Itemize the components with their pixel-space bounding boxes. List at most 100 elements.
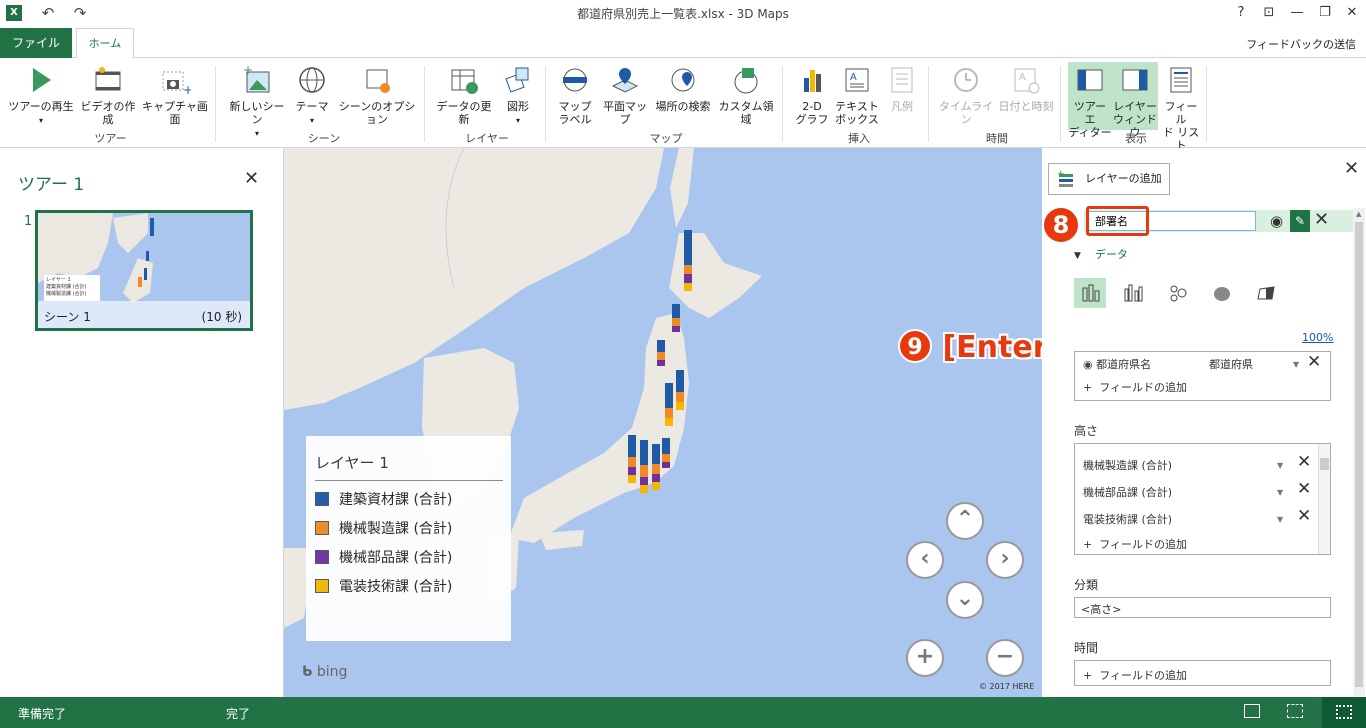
height-field-row[interactable]: 電装技術課 (合計) xyxy=(1083,511,1172,527)
tab-home[interactable]: ホーム xyxy=(76,28,134,59)
rotate-left-button[interactable]: ‹ xyxy=(906,541,944,579)
legend-icon xyxy=(891,67,913,93)
time-add-field[interactable]: + フィールドの追加 xyxy=(1083,667,1187,683)
text-box-button[interactable]: A テキスト ボックス xyxy=(834,62,880,130)
legend-button[interactable]: 凡例 xyxy=(882,62,922,130)
minimize-icon[interactable]: — xyxy=(1286,3,1308,23)
flat-map-button[interactable]: 平面マップ xyxy=(598,62,652,130)
window-title: 都道府県別売上一覧表.xlsx - 3D Maps xyxy=(577,7,789,21)
camera-icon: + xyxy=(162,71,191,96)
tab-file[interactable]: ファイル xyxy=(0,28,72,58)
map-legend-title: レイヤー 1 xyxy=(315,454,389,472)
play-tour-button[interactable]: ツアーの再生 ▾ xyxy=(8,62,74,130)
layer-pane-scrollbar[interactable]: ▲ xyxy=(1353,208,1365,697)
svg-text:+: + xyxy=(243,64,253,77)
location-field-row[interactable]: ◉ 都道府県名 xyxy=(1083,356,1151,372)
shapes-label: 図形 xyxy=(507,100,529,113)
remove-field-icon[interactable]: ✕ xyxy=(1297,452,1311,472)
refresh-data-button[interactable]: データの更新 xyxy=(432,62,496,130)
custom-regions-button[interactable]: カスタム領域 xyxy=(714,62,778,130)
tour-editor-label-1: ツアー エ xyxy=(1073,100,1107,126)
category-field[interactable]: <高さ> xyxy=(1074,597,1331,618)
data-toggle-label: データ xyxy=(1094,248,1128,261)
map-legend[interactable]: レイヤー 1 建築資材課 (合計) 機械製造課 (合計) 機械部品課 (合計) … xyxy=(306,436,511,641)
create-video-label: ビデオの作成 xyxy=(80,100,136,126)
tilt-up-button[interactable]: ⌃ xyxy=(946,502,984,540)
new-scene-button[interactable]: + 新しいシーン ▾ xyxy=(226,62,288,138)
location-add-field[interactable]: + フィールドの追加 xyxy=(1083,379,1187,395)
heat-map-icon xyxy=(1214,287,1230,301)
remove-field-icon[interactable]: ✕ xyxy=(1307,352,1321,372)
fullscreen-icon[interactable] xyxy=(1287,704,1303,718)
legend-swatch xyxy=(315,550,329,564)
chevron-down-icon[interactable]: ▼ xyxy=(1277,461,1283,470)
layer-pane-button[interactable]: レイヤー ウィンドウ xyxy=(1112,62,1158,139)
tour-editor-button[interactable]: ツアー エディター xyxy=(1068,62,1112,139)
chart-2d-button[interactable]: 2-D グラフ xyxy=(792,62,832,130)
heat-map-type-button[interactable] xyxy=(1206,278,1238,308)
map-labels-button[interactable]: マップ ラベル xyxy=(553,62,597,130)
group-insert-label: 挿入 xyxy=(848,132,870,145)
scene-options-button[interactable]: シーンのオプション xyxy=(334,62,420,130)
location-type-select[interactable]: 都道府県 xyxy=(1209,356,1253,372)
capture-screen-button[interactable]: + キャプチャ画面 xyxy=(140,62,210,130)
scene-thumbnail[interactable]: レイヤー 1 建築資材課 (合計) 機械製造課 (合計) シーン 1 (10 秒… xyxy=(35,210,253,331)
height-field-row[interactable]: 機械部品課 (合計) xyxy=(1083,484,1172,500)
ribbon-display-icon[interactable]: ⊡ xyxy=(1258,3,1280,23)
region-type-button[interactable] xyxy=(1250,278,1282,308)
legend-item: 電装技術課 (合計) xyxy=(315,577,452,597)
clustered-column-type-button[interactable] xyxy=(1118,278,1150,308)
find-location-label: 場所の検索 xyxy=(655,100,711,113)
theme-button[interactable]: テーマ ▾ xyxy=(290,62,334,130)
chevron-down-icon[interactable]: ▼ xyxy=(1293,360,1299,369)
zoom-out-button[interactable]: − xyxy=(986,639,1024,677)
legend-swatch xyxy=(315,579,329,593)
chevron-down-icon[interactable]: ▼ xyxy=(1277,488,1283,497)
fit-view-button[interactable] xyxy=(1322,697,1366,728)
status-bar: 準備完了 完了 xyxy=(0,697,1366,728)
step8-number: 8 xyxy=(1052,211,1070,239)
legend-item: 機械部品課 (合計) xyxy=(315,548,452,568)
shapes-button[interactable]: 図形 ▾ xyxy=(498,62,538,130)
height-section-label: 高さ xyxy=(1074,424,1099,438)
field-list-button[interactable]: フィールド リスト xyxy=(1160,62,1202,152)
remove-field-icon[interactable]: ✕ xyxy=(1297,479,1311,499)
layer-pane: ✕ + レイヤーの追加 8 ◉ ✎ ✕ ▼ データ 100% ◉ 都道府県名 都道… xyxy=(1042,148,1366,697)
help-icon[interactable]: ? xyxy=(1230,3,1252,23)
close-tour-panel-icon[interactable]: ✕ xyxy=(244,168,259,189)
location-field-name: 都道府県名 xyxy=(1096,358,1152,371)
find-location-icon xyxy=(671,68,695,92)
add-layer-label: レイヤーの追加 xyxy=(1085,172,1162,185)
height-field-row[interactable]: 機械製造課 (合計) xyxy=(1083,457,1172,473)
map-view[interactable]: レイヤー 1 建築資材課 (合計) 機械製造課 (合計) 機械部品課 (合計) … xyxy=(284,148,1042,697)
height-add-field[interactable]: + フィールドの追加 xyxy=(1083,536,1187,552)
remove-field-icon[interactable]: ✕ xyxy=(1297,506,1311,526)
close-window-icon[interactable]: ✕ xyxy=(1341,3,1363,23)
field-list-icon xyxy=(1170,67,1192,93)
tour-title: ツアー 1 xyxy=(18,175,85,195)
rename-layer-button[interactable]: ✎ xyxy=(1290,210,1310,232)
flat-map-icon xyxy=(611,68,639,93)
find-location-button[interactable]: 場所の検索 xyxy=(652,62,714,130)
data-section-toggle[interactable]: ▼ データ xyxy=(1074,246,1128,262)
feedback-link[interactable]: フィードバックの送信 xyxy=(1246,36,1356,52)
height-box-scrollbar[interactable] xyxy=(1318,444,1330,554)
visibility-eye-icon[interactable]: ◉ xyxy=(1270,212,1283,230)
delete-layer-icon[interactable]: ✕ xyxy=(1314,209,1329,230)
add-layer-button[interactable]: + レイヤーの追加 xyxy=(1048,163,1170,195)
close-layer-pane-icon[interactable]: ✕ xyxy=(1344,158,1359,179)
create-video-button[interactable]: ビデオの作成 xyxy=(76,62,140,130)
restore-icon[interactable]: ❐ xyxy=(1314,3,1336,23)
date-time-button[interactable]: A 日付と時刻 xyxy=(996,62,1056,130)
tilt-down-button[interactable]: ⌄ xyxy=(946,581,984,619)
stacked-column-type-button[interactable] xyxy=(1074,278,1106,308)
screen-view-icon[interactable] xyxy=(1244,704,1260,718)
timeline-button[interactable]: タイムライン xyxy=(936,62,996,130)
chart-2d-label-2: グラフ xyxy=(795,113,829,126)
ribbon-tabs: ファイル ホーム フィードバックの送信 xyxy=(0,26,1366,59)
zoom-in-button[interactable]: + xyxy=(906,639,944,677)
rotate-right-button[interactable]: › xyxy=(986,541,1024,579)
height-field-name: 機械部品課 (合計) xyxy=(1083,486,1173,499)
chevron-down-icon[interactable]: ▼ xyxy=(1277,515,1283,524)
bubble-type-button[interactable] xyxy=(1162,278,1194,308)
